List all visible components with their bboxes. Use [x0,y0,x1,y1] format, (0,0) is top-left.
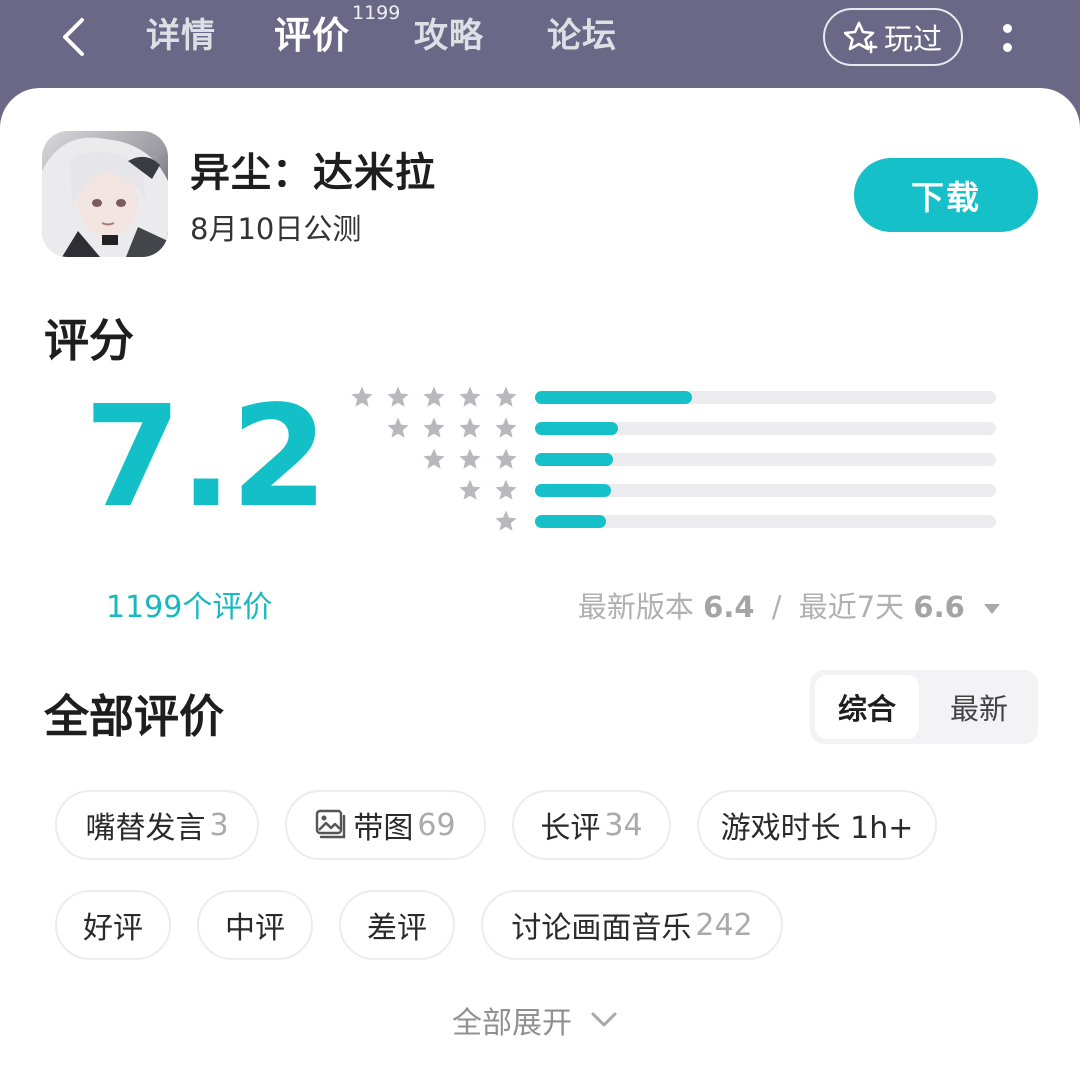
chip-count: 34 [604,807,643,843]
dropdown-triangle-icon [984,604,1000,614]
star-icon [387,386,409,407]
tab-forum[interactable]: 论坛 [547,14,617,58]
filter-chip-negative[interactable]: 差评 [339,890,455,960]
star-icon [423,417,445,438]
star-icon [495,448,517,469]
rating-bar-track [535,515,996,528]
filter-chip-graphics-music[interactable]: 讨论画面音乐 242 [481,890,783,960]
rating-bar-fill [535,391,692,404]
game-app-icon[interactable] [42,131,168,257]
rating-score: 7.2 [84,376,328,539]
played-button[interactable]: 玩过 [823,8,963,66]
star-icon [459,479,481,500]
latest-version-label: 最新版本 [577,590,694,624]
chip-label: 长评 [540,811,601,846]
review-count: 1199个评价 [106,590,273,625]
filter-chip-playtime[interactable]: 游戏时长 1h+ [697,790,937,860]
chevron-down-icon [591,1012,617,1027]
rating-bar-track [535,422,996,435]
expand-all-button[interactable]: 全部展开 [452,998,618,1042]
more-menu-button[interactable] [990,14,1024,62]
recent-label: 最近7天 [798,590,905,624]
game-title: 异尘：达米拉 [190,150,436,196]
star-icon [387,417,409,438]
star-icon [351,386,373,407]
chip-count: 69 [417,807,456,843]
rating-bar-fill [535,515,606,528]
sort-option-latest[interactable]: 最新 [924,675,1034,739]
filter-chip-long-reviews[interactable]: 长评 34 [512,790,671,860]
score-separator: / [771,590,782,624]
played-label: 玩过 [883,22,942,56]
star-icon [423,448,445,469]
star-icon [459,417,481,438]
filter-chip-positive[interactable]: 好评 [55,890,171,960]
chip-label: 讨论画面音乐 [511,911,692,946]
chip-label: 好评 [83,911,143,946]
release-info: 8月10日公测 [190,212,362,246]
version-score-selector[interactable]: 最新版本 6.4 / 最近7天 6.6 [578,584,1000,626]
chip-label: 带图 [353,811,414,846]
back-button[interactable] [50,12,96,62]
star-icon [459,448,481,469]
rating-bar-fill [535,484,611,497]
tab-guides[interactable]: 攻略 [414,14,484,58]
more-dot-icon [1002,24,1012,33]
star-icon [495,510,517,531]
latest-version-score: 6.4 [703,590,755,624]
all-reviews-heading: 全部评价 [44,690,225,743]
rating-bar-fill [535,422,618,435]
star-plus-icon [843,21,878,54]
rating-heading: 评分 [44,314,135,367]
game-artwork-image [42,131,168,257]
tab-reviews[interactable]: 评价 [274,14,350,58]
chip-count: 3 [209,807,229,843]
chip-label: 游戏时长 1h+ [720,811,914,846]
tab-reviews-count-badge: 1199 [352,2,401,24]
rating-bar-fill [535,453,613,466]
top-nav-bar: 详情 评价 1199 攻略 论坛 玩过 [0,0,1080,90]
content-card: 异尘：达米拉 8月10日公测 下载 评分 7.2 1199个评价 最新版本 6.… [0,88,1080,1088]
star-icon [423,386,445,407]
image-icon [316,809,346,839]
recent-score: 6.6 [913,590,965,624]
rating-bar-track [535,484,996,497]
filter-chip-quotable[interactable]: 嘴替发言 3 [55,790,259,860]
expand-label: 全部展开 [452,1006,572,1041]
download-button[interactable]: 下载 [854,158,1038,232]
chip-label: 中评 [225,911,285,946]
star-icon [459,386,481,407]
sort-option-comprehensive[interactable]: 综合 [815,675,919,739]
more-dot-icon [1002,43,1012,52]
filter-chip-neutral[interactable]: 中评 [197,890,313,960]
rating-bar-track [535,453,996,466]
chip-label: 嘴替发言 [85,811,206,846]
star-icon [495,386,517,407]
chip-count: 242 [695,907,753,943]
star-icon [495,479,517,500]
tab-details[interactable]: 详情 [146,14,216,58]
chevron-left-icon [63,18,84,56]
filter-chip-with-images[interactable]: 带图 69 [285,790,486,860]
rating-bar-track [535,391,996,404]
sort-toggle: 综合 最新 [810,670,1038,744]
star-icon [495,417,517,438]
chip-label: 差评 [367,911,427,946]
